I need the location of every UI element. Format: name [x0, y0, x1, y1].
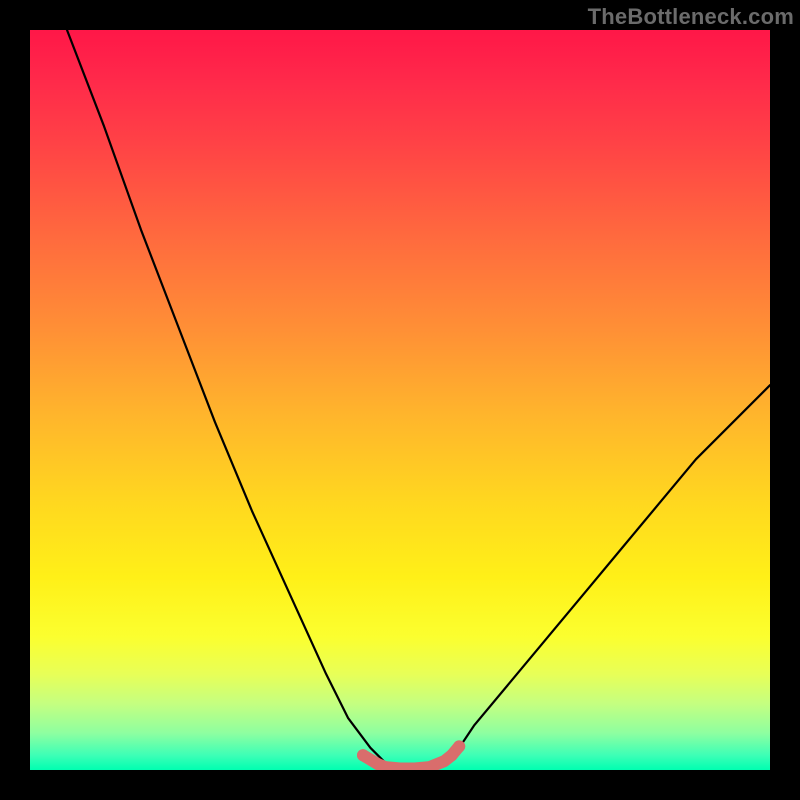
highlight-dot: [357, 749, 369, 761]
bottleneck-curve: [67, 30, 770, 770]
chart-frame: TheBottleneck.com: [0, 0, 800, 800]
plot-area: [30, 30, 770, 770]
highlight-dot: [372, 758, 384, 770]
highlight-markers: [357, 740, 465, 770]
attribution-label: TheBottleneck.com: [588, 4, 794, 30]
highlight-dot: [453, 740, 465, 752]
curve-layer: [30, 30, 770, 770]
